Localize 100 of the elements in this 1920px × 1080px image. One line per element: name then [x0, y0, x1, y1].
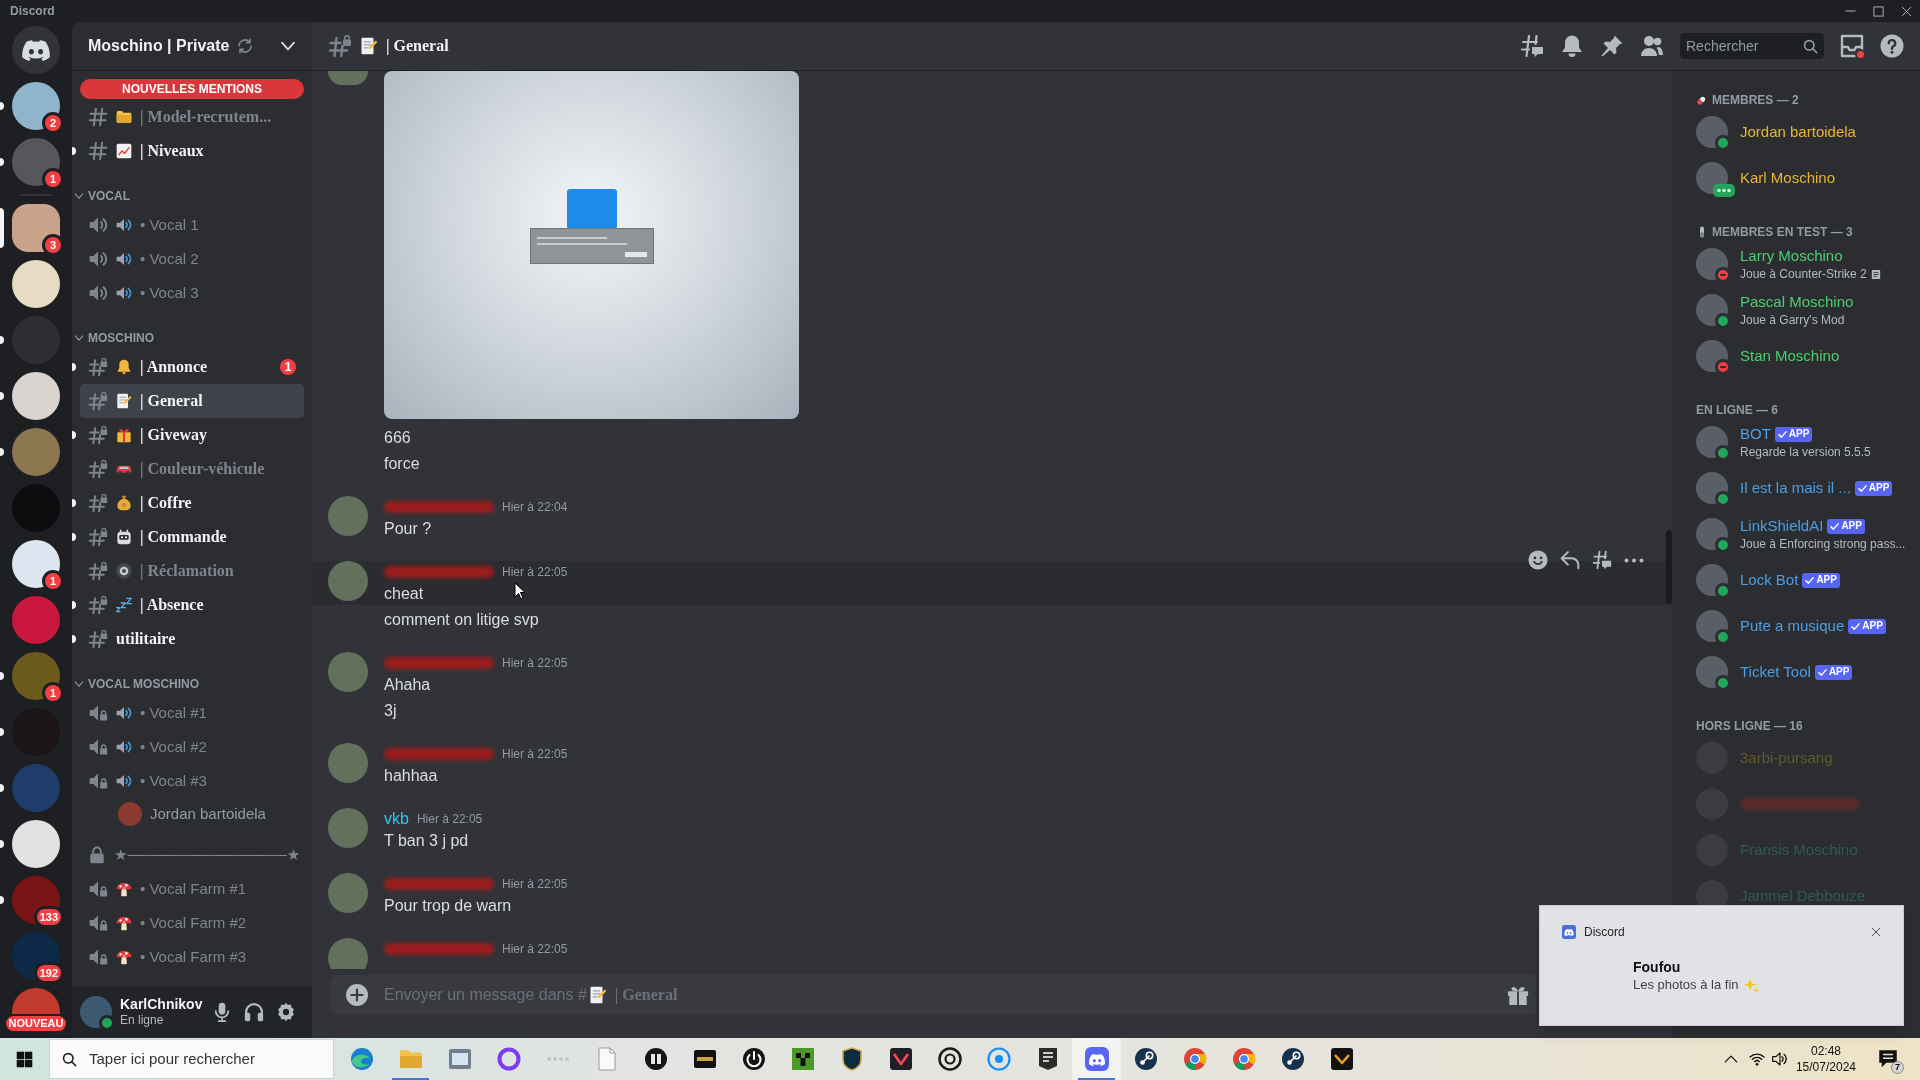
- window-icon[interactable]: [447, 1047, 472, 1071]
- channel-item[interactable]: • Vocal 2: [80, 242, 304, 276]
- home-button[interactable]: [12, 26, 60, 74]
- channel-item[interactable]: | Absence: [80, 588, 304, 622]
- server-icon[interactable]: [12, 260, 60, 308]
- user-avatar[interactable]: [328, 808, 368, 848]
- threads-icon[interactable]: [1592, 550, 1612, 570]
- caret-up-icon[interactable]: [1723, 1055, 1738, 1063]
- help-icon[interactable]: [1880, 34, 1904, 58]
- link-circle-icon[interactable]: [1280, 1047, 1305, 1071]
- member-name[interactable]: Stan Moschino: [1740, 346, 1840, 366]
- link-circle-icon[interactable]: [1133, 1047, 1158, 1071]
- search-field[interactable]: Taper ici pour rechercher: [49, 1039, 334, 1079]
- member-name[interactable]: Lock Bot: [1740, 570, 1799, 590]
- threads-icon[interactable]: [1520, 34, 1544, 58]
- channel-item[interactable]: utilitaire: [80, 622, 304, 656]
- pause-icon[interactable]: [643, 1047, 668, 1071]
- channel-item[interactable]: • Vocal Farm #1: [80, 872, 304, 906]
- channel-item[interactable]: | Annonce 1: [80, 350, 304, 384]
- close-icon[interactable]: [1871, 927, 1881, 937]
- member-avatar[interactable]: [1696, 656, 1728, 688]
- member-avatar[interactable]: [1696, 472, 1728, 504]
- controller-icon[interactable]: [1084, 1047, 1109, 1071]
- bell-icon[interactable]: [1560, 34, 1584, 58]
- headphones-icon[interactable]: [244, 1002, 264, 1022]
- member-avatar[interactable]: [1696, 116, 1728, 148]
- member-name[interactable]: Pascal Moschino: [1740, 292, 1854, 312]
- member-name[interactable]: Il est la mais il ...: [1740, 478, 1851, 498]
- members-icon[interactable]: [1640, 34, 1664, 58]
- channel-item[interactable]: • Vocal #1: [80, 696, 304, 730]
- user-avatar[interactable]: [328, 743, 368, 783]
- aperture-icon[interactable]: [1231, 1047, 1256, 1071]
- emoji-icon[interactable]: [1528, 550, 1548, 570]
- member-name[interactable]: LinkShieldAI: [1740, 516, 1824, 536]
- settings-icon[interactable]: [276, 1002, 296, 1022]
- channel-item[interactable]: • Vocal #3: [80, 764, 304, 798]
- member-avatar[interactable]: [1696, 518, 1728, 550]
- user-avatar[interactable]: [328, 71, 368, 85]
- bar-tile-icon[interactable]: [692, 1047, 717, 1071]
- new-mentions-button[interactable]: NOUVELLES MENTIONS: [80, 79, 304, 99]
- aperture-icon[interactable]: [1182, 1047, 1207, 1071]
- member-avatar[interactable]: [1696, 426, 1728, 458]
- member-name[interactable]: Karl Moschino: [1740, 168, 1836, 188]
- username[interactable]: vkb: [384, 807, 409, 831]
- channel-item[interactable]: • Vocal 1: [80, 208, 304, 242]
- clock-date[interactable]: 15/07/2024: [1795, 1059, 1856, 1075]
- server-icon[interactable]: [12, 820, 60, 868]
- server-icon[interactable]: [12, 204, 60, 252]
- channel-item[interactable]: | Couleur-véhicule: [80, 452, 304, 486]
- volume-icon[interactable]: [1771, 1051, 1788, 1067]
- dm-avatar[interactable]: [12, 82, 60, 130]
- power-icon[interactable]: [741, 1047, 766, 1071]
- user-avatar[interactable]: [328, 873, 368, 913]
- shield-icon[interactable]: [839, 1047, 864, 1071]
- channel-item[interactable]: | General: [80, 384, 304, 418]
- member-name[interactable]: BOT: [1740, 424, 1771, 444]
- dots-icon[interactable]: [545, 1056, 570, 1062]
- windows-icon[interactable]: [15, 1050, 33, 1068]
- dot-ring-icon[interactable]: [986, 1047, 1011, 1071]
- active-app-highlight[interactable]: [1072, 1038, 1121, 1080]
- reply-icon[interactable]: [1560, 550, 1580, 570]
- gift-icon[interactable]: [1507, 984, 1529, 1006]
- user-avatar[interactable]: [328, 652, 368, 692]
- more-icon[interactable]: [1624, 557, 1644, 563]
- screenshot-drawing[interactable]: [384, 71, 799, 419]
- minimize-icon[interactable]: [1844, 10, 1856, 12]
- member-avatar[interactable]: [1696, 610, 1728, 642]
- user-avatar[interactable]: [328, 561, 368, 601]
- voice-user[interactable]: Jordan bartoidela: [80, 798, 304, 830]
- category-header[interactable]: VOCAL: [74, 184, 130, 208]
- network-icon[interactable]: [1748, 1051, 1765, 1067]
- member-name[interactable]: Pute a musique: [1740, 616, 1845, 636]
- notification-icon[interactable]: [1878, 1049, 1898, 1069]
- server-icon[interactable]: [12, 372, 60, 420]
- member-name[interactable]: Ticket Tool: [1740, 662, 1811, 682]
- maximize-icon[interactable]: [1872, 5, 1884, 17]
- user-avatar[interactable]: [328, 496, 368, 536]
- target-icon[interactable]: [937, 1047, 962, 1071]
- member-avatar[interactable]: [1696, 294, 1728, 326]
- channel-item[interactable]: | Réclamation: [80, 554, 304, 588]
- channel-item[interactable]: • Vocal #2: [80, 730, 304, 764]
- block-face-icon[interactable]: [790, 1047, 815, 1071]
- close-icon[interactable]: [1900, 5, 1912, 17]
- notification-toast[interactable]: Discord Foufou Les photos à la fin: [1539, 905, 1904, 1026]
- member-name[interactable]: Larry Moschino: [1740, 246, 1843, 266]
- channel-item[interactable]: | Commande: [80, 520, 304, 554]
- user-avatar[interactable]: [80, 996, 112, 1028]
- channel-item[interactable]: | Coffre: [80, 486, 304, 520]
- wave-icon[interactable]: [349, 1047, 374, 1071]
- ring-icon[interactable]: [496, 1047, 521, 1071]
- inbox-icon[interactable]: [1840, 34, 1864, 58]
- category-header[interactable]: VOCAL MOSCHINO: [74, 672, 200, 696]
- user-avatar[interactable]: [328, 938, 368, 969]
- chevron-tile-icon[interactable]: [1329, 1047, 1354, 1071]
- microphone-icon[interactable]: [212, 1002, 232, 1022]
- channel-item[interactable]: | Niveaux: [80, 134, 304, 168]
- channel-item[interactable]: • Vocal 3: [80, 276, 304, 310]
- channel-item[interactable]: ★───────────────★: [80, 838, 304, 872]
- chevron-tile-icon[interactable]: [888, 1047, 913, 1071]
- dm-avatar[interactable]: [12, 138, 60, 186]
